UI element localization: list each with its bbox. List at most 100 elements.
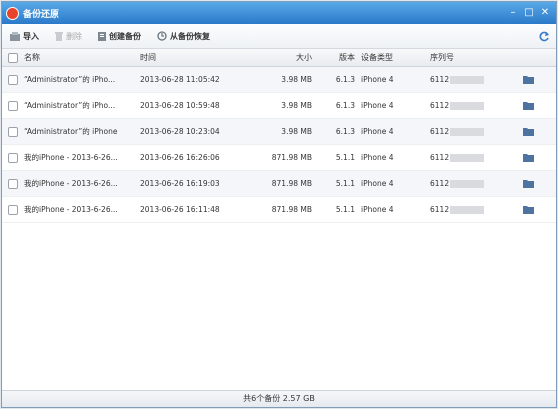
column-header-name[interactable]: 名称 [22,52,140,63]
row-checkbox[interactable] [2,178,22,189]
row-checkbox[interactable] [2,204,22,215]
create-backup-button[interactable]: 创建备份 [98,31,141,42]
folder-icon [522,180,534,188]
row-checkbox[interactable] [2,152,22,163]
delete-label: 删除 [66,31,82,41]
column-header-size[interactable]: 大小 [244,52,316,63]
table-row[interactable]: 我的iPhone - 2013-6-26... 2013-06-26 16:19… [2,171,556,197]
device-type: iPhone 4 [361,101,394,110]
table-row[interactable]: 我的iPhone - 2013-6-26... 2013-06-26 16:26… [2,145,556,171]
backup-restore-window: 备份还原 – □ ✕ 导入 删除 创建备份 从备份恢复 名称 时间 大小 版本 [1,1,557,408]
select-all-checkbox[interactable] [2,52,22,63]
backup-name: “Administrator”的 iPho... [24,101,116,110]
column-header-serial[interactable]: 序列号 [428,52,512,63]
backup-time: 2013-06-26 16:26:06 [140,153,220,162]
open-folder-button[interactable] [512,101,542,110]
serial-redacted [450,128,485,136]
backup-size: 3.98 MB [281,75,312,84]
backup-icon [98,31,106,41]
backup-time: 2013-06-26 16:11:48 [140,205,220,214]
app-logo-icon [6,6,19,20]
serial-number: 6112 [428,75,512,84]
backup-size: 871.98 MB [271,153,312,162]
create-backup-label: 创建备份 [109,31,141,41]
open-folder-button[interactable] [512,75,542,84]
serial-redacted [450,180,485,188]
serial-prefix: 6112 [430,127,450,136]
serial-number: 6112 [428,179,512,188]
serial-prefix: 6112 [430,179,450,188]
serial-redacted [450,206,485,214]
backup-time: 2013-06-28 10:23:04 [140,127,220,136]
import-button[interactable]: 导入 [10,31,39,42]
row-checkbox[interactable] [2,100,22,111]
refresh-icon[interactable] [539,31,550,42]
restore-from-backup-button[interactable]: 从备份恢复 [157,31,210,42]
backup-size: 3.98 MB [281,101,312,110]
table-row[interactable]: “Administrator”的 iPho... 2013-06-28 11:0… [2,67,556,93]
backup-summary: 共6个备份 2.57 GB [243,394,315,403]
backup-name: 我的iPhone - 2013-6-26... [24,179,118,188]
ios-version: 5.1.1 [335,153,355,162]
trash-icon [55,31,63,41]
backup-size: 871.98 MB [271,179,312,188]
row-checkbox[interactable] [2,126,22,137]
ios-version: 6.1.3 [335,101,355,110]
toolbar: 导入 删除 创建备份 从备份恢复 [2,24,556,49]
table-row[interactable]: “Administrator”的 iPhone 2013-06-28 10:23… [2,119,556,145]
window-controls: – □ ✕ [508,8,556,18]
maximize-button[interactable]: □ [524,8,534,18]
backup-list: “Administrator”的 iPho... 2013-06-28 11:0… [2,67,556,223]
ios-version: 6.1.3 [335,75,355,84]
serial-number: 6112 [428,127,512,136]
device-type: iPhone 4 [361,205,394,214]
serial-prefix: 6112 [430,153,450,162]
import-label: 导入 [23,31,39,41]
open-folder-button[interactable] [512,153,542,162]
serial-number: 6112 [428,205,512,214]
folder-icon [522,206,534,214]
row-checkbox[interactable] [2,74,22,85]
serial-redacted [450,102,485,110]
backup-name: “Administrator”的 iPho... [24,75,116,84]
serial-prefix: 6112 [430,101,450,110]
backup-size: 3.98 MB [281,127,312,136]
backup-time: 2013-06-26 16:19:03 [140,179,220,188]
table-row[interactable]: 我的iPhone - 2013-6-26... 2013-06-26 16:11… [2,197,556,223]
backup-size: 871.98 MB [271,205,312,214]
open-folder-button[interactable] [512,127,542,136]
minimize-button[interactable]: – [508,8,518,18]
status-bar: 共6个备份 2.57 GB [2,390,556,407]
serial-prefix: 6112 [430,75,450,84]
serial-number: 6112 [428,101,512,110]
folder-icon [522,102,534,110]
serial-number: 6112 [428,153,512,162]
column-header-version[interactable]: 版本 [316,52,359,63]
column-header-device-type[interactable]: 设备类型 [359,52,428,63]
restore-icon [157,31,167,41]
column-header-time[interactable]: 时间 [140,52,244,63]
open-folder-button[interactable] [512,205,542,214]
folder-icon [522,128,534,136]
backup-time: 2013-06-28 10:59:48 [140,101,220,110]
serial-redacted [450,76,485,84]
serial-prefix: 6112 [430,205,450,214]
table-row[interactable]: “Administrator”的 iPho... 2013-06-28 10:5… [2,93,556,119]
delete-button[interactable]: 删除 [55,31,82,42]
import-icon [10,31,20,41]
serial-redacted [450,154,485,162]
title-bar: 备份还原 – □ ✕ [2,2,556,24]
backup-name: 我的iPhone - 2013-6-26... [24,205,118,214]
ios-version: 5.1.1 [335,179,355,188]
device-type: iPhone 4 [361,153,394,162]
close-button[interactable]: ✕ [540,8,550,18]
backup-name: 我的iPhone - 2013-6-26... [24,153,118,162]
table-header: 名称 时间 大小 版本 设备类型 序列号 [2,49,556,67]
device-type: iPhone 4 [361,179,394,188]
folder-icon [522,154,534,162]
open-folder-button[interactable] [512,179,542,188]
backup-name: “Administrator”的 iPhone [24,127,118,136]
window-title: 备份还原 [23,9,60,20]
backup-time: 2013-06-28 11:05:42 [140,75,220,84]
ios-version: 6.1.3 [335,127,355,136]
